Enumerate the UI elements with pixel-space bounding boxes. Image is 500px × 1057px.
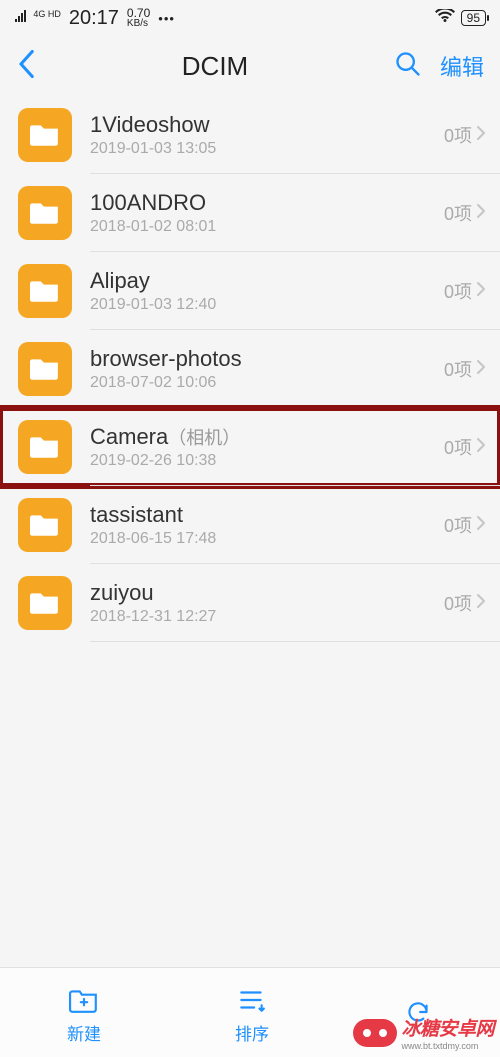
- watermark: 冰糖安卓网 www.bt.txtdmy.com: [353, 1014, 494, 1051]
- folder-icon: [18, 264, 72, 318]
- folder-info: Camera（相机） 2019-02-26 10:38: [90, 424, 444, 470]
- sort-label: 排序: [235, 1020, 269, 1045]
- battery-indicator: 95: [461, 10, 486, 26]
- new-folder-label: 新建: [67, 1020, 101, 1045]
- chevron-right-icon: [476, 437, 486, 458]
- folder-info: browser-photos 2018-07-02 10:06: [90, 346, 444, 392]
- chevron-right-icon: [476, 359, 486, 380]
- folder-info: Alipay 2019-01-03 12:40: [90, 268, 444, 314]
- folder-name: tassistant: [90, 502, 444, 528]
- folder-date: 2019-01-03 13:05: [90, 140, 444, 158]
- folder-icon: [18, 342, 72, 396]
- chevron-right-icon: [476, 593, 486, 614]
- search-icon[interactable]: [394, 50, 422, 83]
- folder-icon: [18, 498, 72, 552]
- status-time: 20:17: [69, 7, 119, 30]
- chevron-right-icon: [476, 125, 486, 146]
- edit-button[interactable]: 编辑: [440, 50, 484, 82]
- folder-icon: [18, 576, 72, 630]
- folder-name: 100ANDRO: [90, 190, 444, 216]
- status-right: 95: [435, 9, 486, 27]
- watermark-icon: [353, 1019, 397, 1047]
- status-bar: 4G HD 20:17 0.70 KB/s ••• 95: [0, 0, 500, 36]
- folder-name: Alipay: [90, 268, 444, 294]
- new-folder-button[interactable]: 新建: [67, 985, 101, 1045]
- folder-row[interactable]: tassistant 2018-06-15 17:48 0项: [0, 486, 500, 564]
- folder-count: 0项: [444, 278, 472, 304]
- folder-icon: [18, 420, 72, 474]
- wifi-icon: [435, 9, 455, 27]
- folder-name: zuiyou: [90, 580, 444, 606]
- folder-row[interactable]: Camera（相机） 2019-02-26 10:38 0项: [0, 408, 500, 486]
- folder-name: Camera（相机）: [90, 424, 444, 450]
- folder-icon: [18, 186, 72, 240]
- folder-info: 1Videoshow 2019-01-03 13:05: [90, 112, 444, 158]
- status-menu-dots: •••: [158, 11, 175, 26]
- folder-count: 0项: [444, 590, 472, 616]
- folder-name: 1Videoshow: [90, 112, 444, 138]
- folder-count: 0项: [444, 122, 472, 148]
- folder-count: 0项: [444, 200, 472, 226]
- folder-count: 0项: [444, 512, 472, 538]
- chevron-right-icon: [476, 281, 486, 302]
- watermark-text: 冰糖安卓网: [401, 1014, 494, 1041]
- folder-row[interactable]: 1Videoshow 2019-01-03 13:05 0项: [0, 96, 500, 174]
- folder-row[interactable]: browser-photos 2018-07-02 10:06 0项: [0, 330, 500, 408]
- folder-info: tassistant 2018-06-15 17:48: [90, 502, 444, 548]
- nav-bar: DCIM 编辑: [0, 36, 500, 96]
- page-title: DCIM: [182, 51, 248, 82]
- folder-icon: [18, 108, 72, 162]
- folder-date: 2018-07-02 10:06: [90, 374, 444, 392]
- back-button[interactable]: [16, 49, 36, 84]
- status-speed: 0.70 KB/s: [127, 7, 150, 29]
- folder-date: 2018-06-15 17:48: [90, 530, 444, 548]
- folder-row[interactable]: 100ANDRO 2018-01-02 08:01 0项: [0, 174, 500, 252]
- folder-date: 2018-01-02 08:01: [90, 218, 444, 236]
- folder-count: 0项: [444, 356, 472, 382]
- folder-info: zuiyou 2018-12-31 12:27: [90, 580, 444, 626]
- watermark-url: www.bt.txtdmy.com: [401, 1041, 494, 1051]
- folder-name: browser-photos: [90, 346, 444, 372]
- chevron-right-icon: [476, 515, 486, 536]
- status-left: 4G HD 20:17 0.70 KB/s •••: [14, 7, 175, 30]
- folder-row[interactable]: zuiyou 2018-12-31 12:27 0项: [0, 564, 500, 642]
- signal-indicator: 4G HD: [14, 10, 61, 26]
- folder-count: 0项: [444, 434, 472, 460]
- folder-date: 2019-01-03 12:40: [90, 296, 444, 314]
- chevron-right-icon: [476, 203, 486, 224]
- folder-info: 100ANDRO 2018-01-02 08:01: [90, 190, 444, 236]
- folder-list: 1Videoshow 2019-01-03 13:05 0项 100ANDRO …: [0, 96, 500, 642]
- folder-date: 2018-12-31 12:27: [90, 608, 444, 626]
- folder-row[interactable]: Alipay 2019-01-03 12:40 0项: [0, 252, 500, 330]
- folder-date: 2019-02-26 10:38: [90, 452, 444, 470]
- sort-button[interactable]: 排序: [235, 985, 269, 1045]
